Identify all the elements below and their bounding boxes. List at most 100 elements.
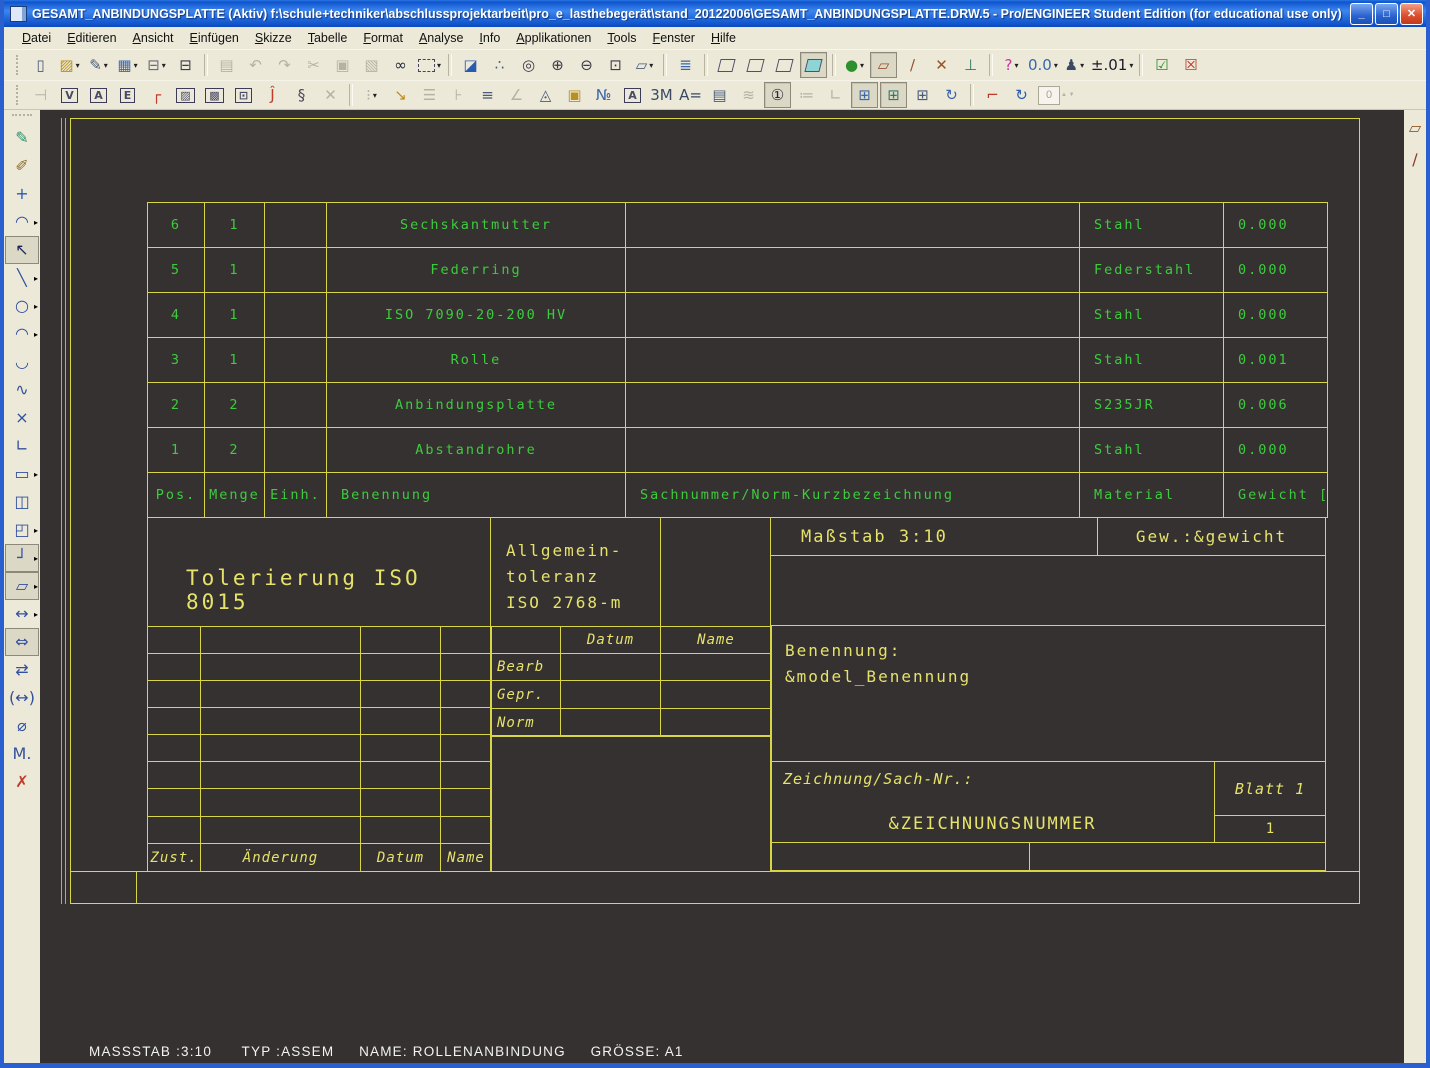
- reference-dimension[interactable]: (↔): [5, 684, 39, 712]
- menu-editieren[interactable]: Editieren: [59, 29, 124, 47]
- xsec-fill[interactable]: ▩: [201, 82, 228, 108]
- tolerance-display-flyout[interactable]: ▾: [1129, 61, 1133, 70]
- save-as-flyout[interactable]: ▾: [104, 61, 108, 70]
- regenerate-draft[interactable]: ↻: [1008, 82, 1035, 108]
- find[interactable]: ∞: [387, 52, 414, 78]
- select-region[interactable]: ◰▸: [5, 516, 39, 544]
- menu-skizze[interactable]: Skizze: [247, 29, 300, 47]
- sketch-chain[interactable]: ┌: [143, 82, 170, 108]
- mirror-tool[interactable]: ◫: [5, 488, 39, 516]
- drawing-canvas[interactable]: 61SechskantmutterStahl0.00051FederringFe…: [40, 110, 1404, 1063]
- shaded-display[interactable]: [800, 52, 827, 78]
- spin-center[interactable]: ●▾: [841, 52, 868, 78]
- dimension-display[interactable]: 0.0▾: [1027, 52, 1059, 78]
- update-tables[interactable]: ↻: [938, 82, 965, 108]
- arrange-dimensions[interactable]: ≡: [474, 82, 501, 108]
- insert-general-view[interactable]: V: [56, 82, 83, 108]
- datum-csys[interactable]: ⊥: [957, 52, 984, 78]
- tolerance-display[interactable]: ±.01▾: [1090, 52, 1134, 78]
- save-as[interactable]: ✎▾: [85, 52, 112, 78]
- modify-table[interactable]: ⊞: [880, 82, 907, 108]
- xsec-hatch[interactable]: ▨: [172, 82, 199, 108]
- rectangle-tool[interactable]: ▭▸: [5, 460, 39, 488]
- route-view[interactable]: ∴: [486, 52, 513, 78]
- menu-ansicht[interactable]: Ansicht: [125, 29, 182, 47]
- zoom-out[interactable]: ⊖: [573, 52, 600, 78]
- flip-section[interactable]: Ĵ: [259, 82, 286, 108]
- select-box-flyout[interactable]: ▾: [437, 61, 441, 70]
- spline-tool[interactable]: ∿: [5, 376, 39, 404]
- print[interactable]: ⊟: [172, 52, 199, 78]
- circle-tool-flyout[interactable]: ▸: [34, 302, 38, 311]
- maximize-button[interactable]: □: [1375, 3, 1398, 25]
- new-file[interactable]: ▯: [27, 52, 54, 78]
- dim-3m[interactable]: 3M: [648, 82, 675, 108]
- attach-leader[interactable]: ↘: [387, 82, 414, 108]
- fillet-tool[interactable]: ◡: [5, 348, 39, 376]
- sketcher-preferences[interactable]: ✎: [5, 124, 39, 152]
- reference-dim[interactable]: A: [619, 82, 646, 108]
- toolbar-grip[interactable]: [16, 55, 22, 75]
- sketcher-constraints[interactable]: ✐: [5, 152, 39, 180]
- menu-tools[interactable]: Tools: [599, 29, 644, 47]
- balloon-note[interactable]: ①: [764, 82, 791, 108]
- no-hidden-display[interactable]: [771, 52, 798, 78]
- print-setup-flyout[interactable]: ▾: [162, 61, 166, 70]
- equal-dimension[interactable]: ⇔: [5, 628, 39, 656]
- arc-tool[interactable]: ◠▸: [5, 320, 39, 348]
- menu-datei[interactable]: Datei: [14, 29, 59, 47]
- toolbar-grip[interactable]: [12, 114, 32, 120]
- insert-aux-view[interactable]: A: [85, 82, 112, 108]
- lock-view-movement[interactable]: §: [288, 82, 315, 108]
- trim-corner[interactable]: ┘▸: [5, 544, 39, 572]
- snap-points-flyout[interactable]: ▾: [373, 91, 377, 100]
- datum-planes[interactable]: ▱: [870, 52, 897, 78]
- selection-help[interactable]: ?▾: [998, 52, 1025, 78]
- open-file[interactable]: ▨▾: [56, 52, 83, 78]
- dimension-tool[interactable]: ↔▸: [5, 600, 39, 628]
- show-annotations[interactable]: ◬: [532, 82, 559, 108]
- balloon-count[interactable]: 0▲ ▼: [1037, 82, 1076, 108]
- save-flyout[interactable]: ▾: [134, 61, 138, 70]
- text-style[interactable]: A=: [677, 82, 704, 108]
- select-items[interactable]: ↖: [5, 236, 39, 264]
- repaint[interactable]: ▱▾: [631, 52, 658, 78]
- menu-fenster[interactable]: Fenster: [645, 29, 703, 47]
- open-file-flyout[interactable]: ▾: [76, 61, 80, 70]
- drawing-models[interactable]: ⌐: [979, 82, 1006, 108]
- circle-tool[interactable]: ○▸: [5, 292, 39, 320]
- zoom-window[interactable]: ⊡: [602, 52, 629, 78]
- zoom-selected[interactable]: ◎: [515, 52, 542, 78]
- ordinate-dimension[interactable]: ⇄: [5, 656, 39, 684]
- arc-by-center-flyout[interactable]: ▸: [34, 218, 38, 227]
- clip-boundary[interactable]: ⊡: [230, 82, 257, 108]
- print-setup[interactable]: ⊟▾: [143, 52, 170, 78]
- menu-einfgen[interactable]: Einfügen: [182, 29, 247, 47]
- show-by-folder[interactable]: ▣: [561, 82, 588, 108]
- display-settings[interactable]: ◪: [457, 52, 484, 78]
- line-tool[interactable]: ╲▸: [5, 264, 39, 292]
- select-box[interactable]: ▾: [416, 52, 443, 78]
- layers[interactable]: ≣: [672, 52, 699, 78]
- point-tool[interactable]: ×: [5, 404, 39, 432]
- hidden-line-display[interactable]: [742, 52, 769, 78]
- create-point[interactable]: +: [5, 180, 39, 208]
- selection-help-flyout[interactable]: ▾: [1014, 61, 1018, 70]
- datum-axes[interactable]: ∕: [899, 52, 926, 78]
- line-2d-tool[interactable]: ∕: [1404, 148, 1426, 172]
- ordinate-dim-note[interactable]: №: [590, 82, 617, 108]
- arc-tool-flyout[interactable]: ▸: [34, 330, 38, 339]
- trim-corner-flyout[interactable]: ▸: [34, 554, 38, 563]
- arc-by-center[interactable]: ◠▸: [5, 208, 39, 236]
- menu-format[interactable]: Format: [355, 29, 411, 47]
- zoom-in[interactable]: ⊕: [544, 52, 571, 78]
- bom-table[interactable]: 61SechskantmutterStahl0.00051FederringFe…: [147, 202, 1328, 518]
- minimize-button[interactable]: _: [1350, 3, 1373, 25]
- dimension-display-flyout[interactable]: ▾: [1054, 61, 1058, 70]
- accept-changes[interactable]: ☑: [1148, 52, 1175, 78]
- line-tool-flyout[interactable]: ▸: [34, 274, 38, 283]
- menu-tabelle[interactable]: Tabelle: [300, 29, 356, 47]
- menu-info[interactable]: Info: [471, 29, 508, 47]
- insert-table[interactable]: ⊞: [851, 82, 878, 108]
- wireframe-display[interactable]: [713, 52, 740, 78]
